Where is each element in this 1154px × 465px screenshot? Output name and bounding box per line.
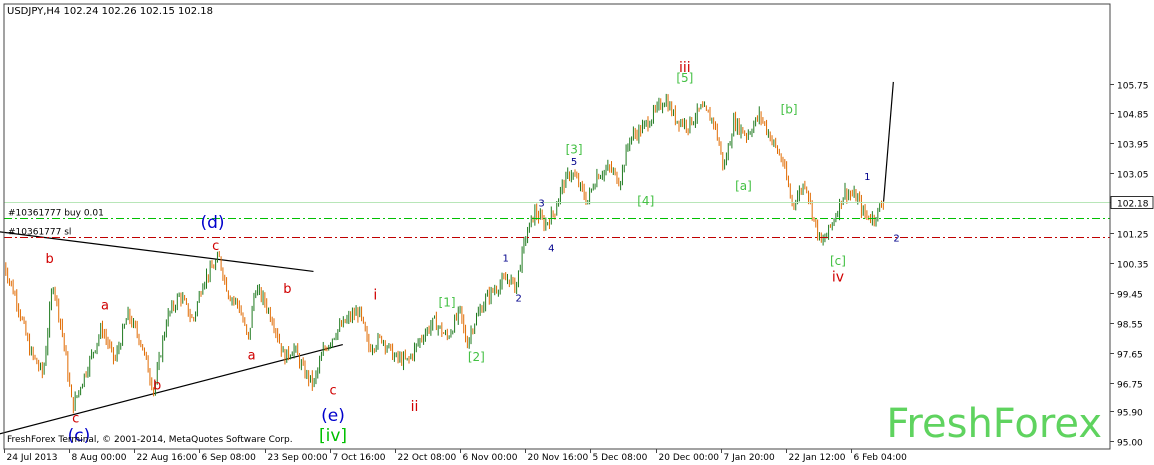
- x-tick-label: 6 Sep 08:00: [202, 453, 257, 463]
- x-tick-label: 23 Sep 00:00: [268, 453, 328, 463]
- x-tick-label: 24 Jul 2013: [7, 453, 58, 463]
- wave-label: c: [212, 239, 219, 254]
- wave-label: 2: [893, 234, 899, 245]
- wave-label: 3: [538, 199, 544, 210]
- y-tick-label: 99.45: [1117, 291, 1143, 301]
- price-chart: #10361777 buy 0.01#10361777 sl iii[5][b]…: [0, 3, 1154, 463]
- y-tick-label: 100.35: [1117, 261, 1149, 271]
- wave-label: a: [248, 349, 256, 364]
- x-tick-label: 6 Nov 00:00: [463, 453, 518, 463]
- plot-frame: [3, 3, 1111, 450]
- axes: 105.75 104.85 103.95 103.05 102.18 101.25 100.…: [3, 3, 1154, 463]
- y-tick-label: 95.00: [1117, 439, 1143, 449]
- projection-line: [882, 81, 894, 202]
- copyright-text: FreshForex Terminal, © 2001-2014, MetaQu…: [7, 435, 293, 445]
- wave-label: [c]: [830, 254, 846, 268]
- candles-group: [3, 93, 884, 414]
- watermark-logo: FreshForex: [886, 401, 1102, 447]
- trendline: [0, 343, 343, 435]
- wave-label: [iv]: [319, 426, 347, 446]
- x-tick-label: 7 Jan 20:00: [724, 453, 776, 463]
- wave-label: [3]: [566, 142, 583, 156]
- y-tick-label: 105.75: [1117, 82, 1149, 92]
- x-tick-label: 7 Oct 16:00: [333, 453, 386, 463]
- y-tick-label: 104.85: [1117, 111, 1149, 121]
- wave-label: b: [283, 282, 291, 297]
- symbol-header: USDJPY,H4 102.24 102.26 102.15 102.18: [7, 6, 213, 17]
- wave-label: (e): [321, 406, 345, 426]
- wave-label: [4]: [637, 194, 654, 208]
- y-tick-label: 98.55: [1117, 321, 1143, 331]
- y-tick-label: 96.75: [1117, 381, 1143, 391]
- y-tick-label: 102.18: [1117, 200, 1149, 210]
- y-tick-label: 95.90: [1117, 409, 1143, 419]
- wave-label: [a]: [735, 179, 752, 193]
- wave-label: 1: [864, 172, 870, 183]
- wave-label: i: [373, 288, 377, 304]
- y-tick-label: 97.65: [1117, 351, 1143, 361]
- wave-label: 1: [502, 253, 508, 264]
- x-tick-label: 20 Nov 16:00: [528, 453, 589, 463]
- wave-label: b: [153, 378, 161, 393]
- wave-label: iv: [832, 269, 844, 285]
- x-tick-label: 6 Feb 04:00: [854, 453, 908, 463]
- x-tick-label: 22 Oct 08:00: [398, 453, 457, 463]
- wave-label: [b]: [781, 102, 798, 116]
- wave-label: c: [72, 412, 79, 427]
- order-line-label: #10361777 sl: [8, 228, 71, 238]
- y-tick-label: 103.05: [1117, 171, 1149, 181]
- x-tick-label: 22 Aug 16:00: [137, 453, 198, 463]
- wave-label: 4: [548, 243, 554, 254]
- wave-label: 2: [516, 293, 522, 304]
- wave-label: 5: [571, 157, 577, 168]
- wave-label: [2]: [468, 350, 485, 364]
- y-tick-label: 103.95: [1117, 141, 1149, 151]
- wave-label: [5]: [676, 71, 693, 85]
- x-tick-label: 20 Dec 00:00: [659, 453, 720, 463]
- wave-label: c: [329, 383, 336, 398]
- wave-label: ii: [411, 399, 419, 415]
- x-tick-label: 8 Aug 00:00: [72, 453, 127, 463]
- wave-label: a: [101, 299, 109, 314]
- wave-label: b: [45, 252, 53, 267]
- y-tick-label: 101.25: [1117, 231, 1149, 241]
- x-tick-label: 22 Jan 12:00: [789, 453, 846, 463]
- x-tick-label: 5 Dec 08:00: [593, 453, 648, 463]
- wave-label: (d): [200, 213, 224, 233]
- wave-label: [1]: [439, 295, 456, 309]
- chart-lines: [0, 81, 894, 435]
- order-line-label: #10361777 buy 0.01: [8, 209, 104, 219]
